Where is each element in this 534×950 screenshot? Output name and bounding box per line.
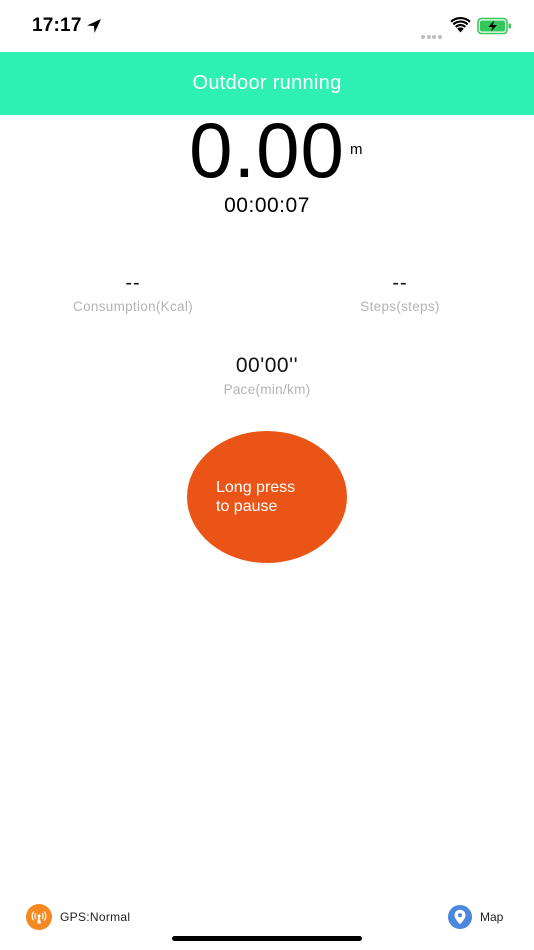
pause-button-label: Long press to pause <box>216 478 336 516</box>
consumption-label: Consumption(Kcal) <box>73 299 193 314</box>
wifi-icon <box>450 17 471 33</box>
map-button[interactable]: Map <box>448 905 503 929</box>
pace-value: 00'00'' <box>235 354 299 377</box>
distance-unit: m <box>350 141 363 158</box>
pace-label: Pace(min/km) <box>223 382 311 397</box>
steps-value: -- <box>392 272 408 294</box>
cellular-signal-icon <box>421 26 445 39</box>
page-title: Outdoor running <box>192 72 342 94</box>
battery-charging-icon <box>477 17 511 35</box>
map-button-label: Map <box>480 910 504 924</box>
pause-label-line2: to pause <box>216 498 278 515</box>
map-pin-icon <box>448 905 472 929</box>
distance-display: 0.00 m <box>0 111 534 189</box>
stat-steps: -- Steps(steps) <box>336 272 464 314</box>
steps-label: Steps(steps) <box>360 299 440 314</box>
stat-consumption: -- Consumption(Kcal) <box>52 272 214 314</box>
gps-status-label: GPS:Normal <box>60 910 131 924</box>
gps-signal-icon <box>26 904 52 930</box>
consumption-value: -- <box>125 272 141 294</box>
elapsed-time: 00:00:07 <box>224 194 310 217</box>
home-indicator[interactable] <box>172 936 362 941</box>
gps-status: GPS:Normal <box>26 904 131 930</box>
stat-pace: 00'00'' Pace(min/km) <box>187 354 347 397</box>
pause-button[interactable]: Long press to pause <box>187 431 347 563</box>
status-bar: 17:17 <box>0 0 534 52</box>
status-time: 17:17 <box>32 15 82 36</box>
pause-label-line1: Long press <box>216 479 296 496</box>
location-arrow-icon <box>87 19 101 33</box>
distance-value: 0.00 <box>189 106 345 194</box>
